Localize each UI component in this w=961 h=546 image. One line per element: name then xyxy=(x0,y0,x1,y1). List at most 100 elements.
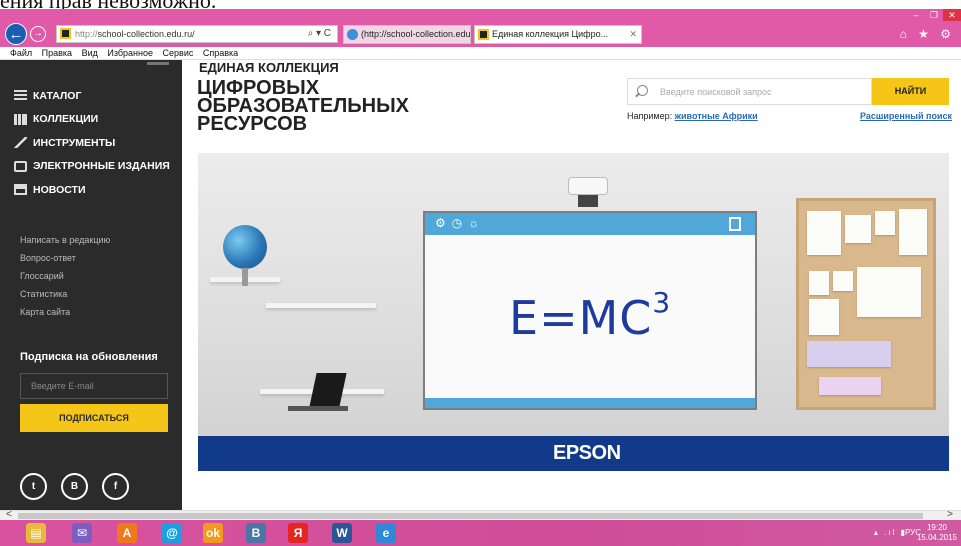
sidebar-nav: КАТАЛОГ КОЛЛЕКЦИИ ИНСТРУМЕНТЫ ЭЛЕКТРОННЫ… xyxy=(14,84,170,202)
advanced-search-link[interactable]: Расширенный поиск xyxy=(860,111,952,121)
menu-tools[interactable]: Сервис xyxy=(163,48,194,58)
menu-help[interactable]: Справка xyxy=(203,48,238,58)
clock[interactable]: 19:20 15.04.2015 xyxy=(917,523,957,543)
search-input[interactable] xyxy=(627,78,872,105)
explorer-icon[interactable]: ▤ xyxy=(26,523,46,543)
window-titlebar xyxy=(0,9,961,21)
globe-image xyxy=(223,225,267,269)
minimize-button[interactable]: – xyxy=(907,9,925,21)
tab-close-icon[interactable]: ✕ xyxy=(629,26,637,43)
laptop-image xyxy=(288,373,348,411)
site-favicon-icon xyxy=(478,29,489,40)
taskbar: ▤ ✉ A @ ok B Я W e ▴ .ıl ▮ РУС 19:20 15.… xyxy=(0,520,961,546)
board-toolbar: ⚙◷☼ xyxy=(425,213,755,235)
brand-logo: EPSON xyxy=(553,442,621,464)
menu-view[interactable]: Вид xyxy=(82,48,98,58)
tab-label: Единая коллекция Цифро... xyxy=(492,29,609,39)
sidebar-item-label: НОВОСТИ xyxy=(33,183,86,196)
stack-icon xyxy=(14,90,27,102)
menu-favorites[interactable]: Избранное xyxy=(107,48,153,58)
example-prefix: Например: xyxy=(627,111,673,121)
phone-icon xyxy=(14,160,27,172)
subscribe-title: Подписка на обновления xyxy=(20,351,158,363)
news-icon xyxy=(14,184,27,196)
projector-image xyxy=(568,167,608,207)
close-window-button[interactable]: ✕ xyxy=(943,9,961,21)
yandex-icon[interactable]: Я xyxy=(288,523,308,543)
globe-stand xyxy=(242,268,248,286)
sidebar-handle[interactable] xyxy=(147,62,169,65)
email-field[interactable] xyxy=(20,373,168,399)
odnoklassniki-icon[interactable]: ok xyxy=(203,523,223,543)
sidebar-item-e-publications[interactable]: ЭЛЕКТРОННЫЕ ИЗДАНИЯ xyxy=(14,155,170,179)
back-button[interactable]: ← xyxy=(5,23,27,45)
interactive-whiteboard: ⚙◷☼ E=MC3 xyxy=(423,211,757,410)
sidebar-item-label: ИНСТРУМЕНТЫ xyxy=(33,136,116,149)
sidebar-item-label: КАТАЛОГ xyxy=(33,89,82,102)
link-glossary[interactable]: Глоссарий xyxy=(20,267,110,285)
search-example: Например: животные Африки xyxy=(627,111,758,121)
ie-icon[interactable]: e xyxy=(376,523,396,543)
mail-icon[interactable]: ✉ xyxy=(72,523,92,543)
sidebar-links: Написать в редакцию Вопрос-ответ Глоссар… xyxy=(20,231,110,321)
example-link[interactable]: животные Африки xyxy=(675,111,758,121)
sidebar-item-label: ЭЛЕКТРОННЫЕ ИЗДАНИЯ xyxy=(33,160,170,173)
address-tools-icon[interactable]: ⌕ ▾ C xyxy=(308,26,331,42)
address-host: school-collection.edu.ru/ xyxy=(97,29,195,39)
sidebar-item-tools[interactable]: ИНСТРУМЕНТЫ xyxy=(14,131,170,155)
browser-navbar: ← → http://school-collection.edu.ru/ ⌕ ▾… xyxy=(0,21,961,47)
avast-icon[interactable]: A xyxy=(117,523,137,543)
sidebar-item-news[interactable]: НОВОСТИ xyxy=(14,178,170,202)
hero-banner[interactable]: ⚙◷☼ E=MC3 EPSON xyxy=(198,153,949,471)
tab-inactive[interactable]: (http://school-collection.edu.r... xyxy=(343,25,471,44)
sidebar: КАТАЛОГ КОЛЛЕКЦИИ ИНСТРУМЕНТЫ ЭЛЕКТРОННЫ… xyxy=(0,60,182,510)
horizontal-scrollbar[interactable]: < > xyxy=(0,509,961,520)
tab-active[interactable]: Единая коллекция Цифро... ✕ xyxy=(474,25,642,44)
logo-subtitle[interactable]: ЕДИНАЯ КОЛЛЕКЦИЯ xyxy=(199,60,339,75)
menu-file[interactable]: Файл xyxy=(10,48,32,58)
brand-bar: EPSON xyxy=(198,436,949,471)
sidebar-item-catalog[interactable]: КАТАЛОГ xyxy=(14,84,170,108)
sidebar-item-label: КОЛЛЕКЦИИ xyxy=(33,113,99,126)
menu-edit[interactable]: Правка xyxy=(42,48,72,58)
subscribe-button[interactable]: ПОДПИСАТЬСЯ xyxy=(20,404,168,432)
ie-favicon-icon xyxy=(347,29,358,40)
corkboard-image xyxy=(796,198,936,410)
site-favicon-icon xyxy=(60,28,71,39)
logo-title[interactable]: ЦИФРОВЫХ ОБРАЗОВАТЕЛЬНЫХ РЕСУРСОВ xyxy=(197,78,427,134)
clock-time: 19:20 xyxy=(926,523,947,532)
scroll-left-icon[interactable]: < xyxy=(6,509,12,520)
twitter-icon[interactable]: t xyxy=(20,473,47,500)
sidebar-item-collections[interactable]: КОЛЛЕКЦИИ xyxy=(14,108,170,132)
home-favorites-settings-icons[interactable]: ⌂ ★ ⚙ xyxy=(900,27,955,41)
link-write-editorial[interactable]: Написать в редакцию xyxy=(20,231,110,249)
shelf xyxy=(266,303,376,308)
vk-icon[interactable]: B xyxy=(246,523,266,543)
tray-icons[interactable]: ▴ .ıl ▮ xyxy=(874,528,907,537)
books-icon xyxy=(14,113,27,125)
search-icon xyxy=(637,85,648,96)
scroll-thumb[interactable] xyxy=(18,513,923,519)
tab-label: (http://school-collection.edu.r... xyxy=(361,29,471,39)
formula-text: E=MC3 xyxy=(509,285,672,345)
scroll-right-icon[interactable]: > xyxy=(947,509,953,520)
link-statistics[interactable]: Статистика xyxy=(20,285,110,303)
facebook-icon[interactable]: f xyxy=(102,473,129,500)
board-tools-icon: ⚙◷☼ xyxy=(435,216,486,230)
mail-ru-icon[interactable]: @ xyxy=(162,523,182,543)
pen-icon xyxy=(14,137,27,149)
search-button[interactable]: НАЙТИ xyxy=(872,78,949,105)
vk-icon[interactable]: B xyxy=(61,473,88,500)
forward-button[interactable]: → xyxy=(30,26,46,42)
window-controls: – ❐ ✕ xyxy=(907,9,961,21)
address-bar[interactable]: http://school-collection.edu.ru/ ⌕ ▾ C xyxy=(56,25,338,43)
word-icon[interactable]: W xyxy=(332,523,352,543)
restore-button[interactable]: ❐ xyxy=(925,9,943,21)
document-icon xyxy=(729,217,741,231)
link-sitemap[interactable]: Карта сайта xyxy=(20,303,110,321)
clock-date: 15.04.2015 xyxy=(916,533,957,542)
link-faq[interactable]: Вопрос-ответ xyxy=(20,249,110,267)
menu-bar: Файл Правка Вид Избранное Сервис Справка xyxy=(0,47,961,60)
address-protocol: http:// xyxy=(75,29,98,39)
board-bottom-bar xyxy=(425,398,755,408)
